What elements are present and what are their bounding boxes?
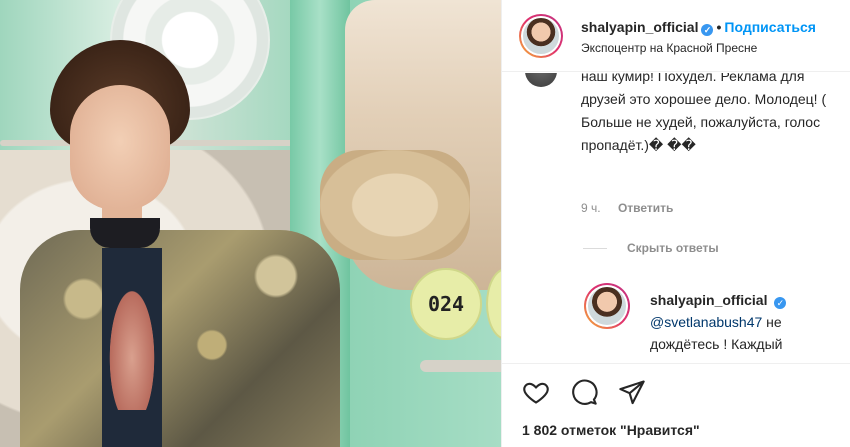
- hide-replies-button[interactable]: Скрыть ответы: [583, 241, 719, 255]
- avatar[interactable]: [521, 16, 561, 56]
- photo-rail-lower: [420, 360, 501, 372]
- comments-list[interactable]: наш кумир! Похудел. Реклама для друзей э…: [502, 73, 850, 363]
- header-location[interactable]: Экспоцентр на Красной Пресне: [581, 41, 757, 55]
- share-icon: [619, 380, 645, 405]
- comment-avatar[interactable]: [525, 73, 557, 87]
- reply-verified-badge-icon: ✓: [774, 297, 787, 309]
- reply-mention-link[interactable]: @svetlanabush47: [650, 314, 762, 330]
- verified-badge-icon: ✓: [701, 24, 714, 36]
- photo-number-tag: 024: [410, 268, 482, 340]
- reply-comment: shalyapin_official ✓ @svetlanabush47 не …: [650, 289, 840, 355]
- comment-text: наш кумир! Похудел. Реклама для друзей э…: [581, 73, 827, 153]
- hide-replies-label: Скрыть ответы: [627, 241, 719, 255]
- comment-button[interactable]: [570, 378, 600, 408]
- reply-username[interactable]: shalyapin_official: [650, 292, 767, 308]
- comment-meta: 9 ч. Ответить: [581, 201, 687, 215]
- like-button[interactable]: [522, 378, 552, 408]
- photo-person-collar: [90, 218, 160, 248]
- share-button[interactable]: [618, 378, 648, 408]
- post-actions: 1 802 отметок "Нравится": [502, 363, 850, 447]
- post-header: shalyapin_official ✓ • Подписаться Экспоцен…: [502, 0, 850, 72]
- reply-button[interactable]: Ответить: [618, 201, 673, 215]
- follow-button[interactable]: Подписаться: [724, 19, 816, 35]
- hide-replies-line: [583, 248, 607, 250]
- photo-fur-cuff: [320, 150, 470, 260]
- photo-person-jacket: [20, 230, 340, 447]
- comment-time[interactable]: 9 ч.: [581, 201, 601, 215]
- reply-avatar[interactable]: [586, 285, 628, 327]
- post-side-panel: shalyapin_official ✓ • Подписаться Экспоцен…: [501, 0, 850, 447]
- heart-icon: [523, 382, 549, 404]
- comment-icon: [572, 379, 598, 405]
- photo-person-shirt-print: [106, 280, 158, 410]
- likes-count[interactable]: 1 802 отметок "Нравится": [522, 422, 700, 438]
- header-user-line: shalyapin_official ✓ • Подписаться: [581, 19, 816, 36]
- header-username[interactable]: shalyapin_official: [581, 19, 698, 35]
- photo-person: [20, 40, 340, 447]
- post-photo[interactable]: 024 0: [0, 0, 501, 447]
- separator-dot: •: [716, 19, 722, 35]
- photo-person-face: [70, 85, 170, 210]
